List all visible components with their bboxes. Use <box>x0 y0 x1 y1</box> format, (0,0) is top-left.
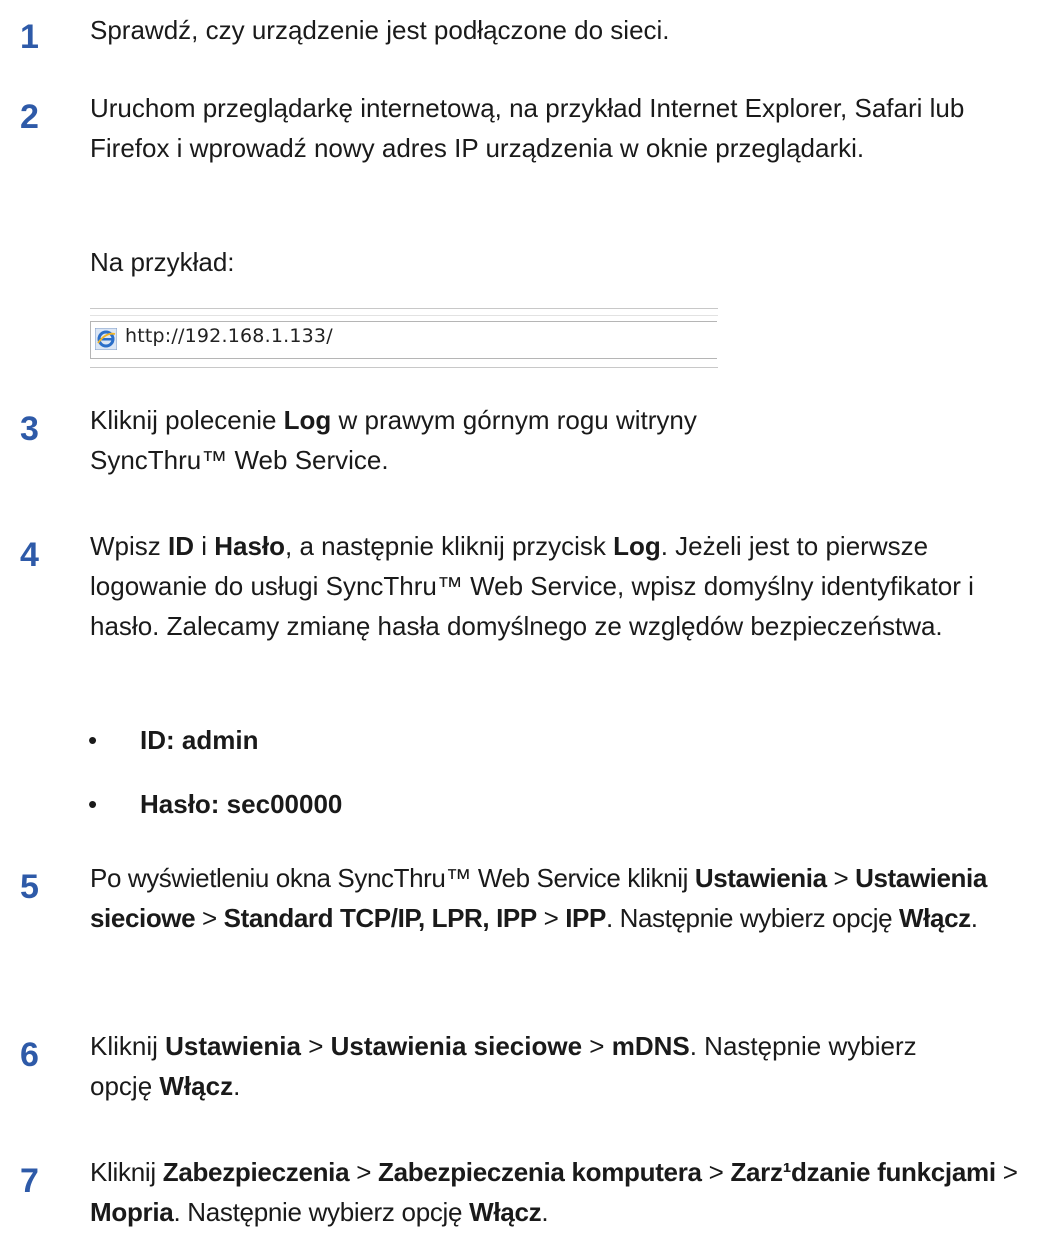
bold-term: Hasło <box>214 531 286 561</box>
text-segment: . Następnie wybierz opcję <box>173 1197 470 1227</box>
bold-term: Ustawienia sieciowe <box>330 1031 583 1061</box>
list-item: • ID: admin <box>88 725 259 755</box>
step-number: 5 <box>20 868 39 906</box>
step-number: 1 <box>20 18 39 56</box>
bold-term: mDNS <box>611 1031 690 1061</box>
url-text: http://192.168.1.133/ <box>125 325 333 347</box>
text-segment: > <box>349 1157 379 1187</box>
step-text: Kliknij Zabezpieczenia > Zabezpieczenia … <box>90 1152 1035 1232</box>
step-text: Uruchom przeglądarkę internetową, na prz… <box>90 88 1020 168</box>
bold-term: Włącz <box>899 903 971 933</box>
bold-term: Log <box>283 405 332 435</box>
text-segment: . <box>970 903 978 933</box>
text-segment: > <box>195 903 224 933</box>
bold-term: Zabezpieczenia <box>162 1157 350 1187</box>
step-number: 2 <box>20 98 39 136</box>
text-segment: . <box>541 1197 549 1227</box>
bold-term: Włącz <box>159 1071 234 1101</box>
text-segment: Uruchom przeglądarkę internetową, na prz… <box>90 93 965 163</box>
step-text: Kliknij polecenie Log w prawym górnym ro… <box>90 400 830 480</box>
text-segment: i <box>194 531 215 561</box>
text-segment: . <box>233 1071 241 1101</box>
text-segment: > <box>536 903 566 933</box>
step-number: 3 <box>20 410 39 448</box>
text-segment: Kliknij <box>90 1031 166 1061</box>
text-segment: > <box>300 1031 331 1061</box>
bold-term: Zabezpieczenia komputera <box>378 1157 702 1187</box>
text-segment: > <box>701 1157 731 1187</box>
text-segment: Kliknij <box>90 1157 163 1187</box>
bold-term: IPP <box>565 903 606 933</box>
text-segment: , a następnie kliknij przycisk <box>285 531 614 561</box>
text-segment: Po wyświetleniu okna SyncThru™ Web Servi… <box>90 863 695 893</box>
step-text: Wpisz ID i Hasło, a następnie kliknij pr… <box>90 526 1020 646</box>
step-number: 7 <box>20 1162 39 1200</box>
bold-term: Ustawienia <box>165 1031 301 1061</box>
step-text: Sprawdź, czy urządzenie jest podłączone … <box>90 10 1030 50</box>
bold-term: Mopria <box>90 1197 174 1227</box>
text-segment: Wpisz <box>90 531 168 561</box>
bold-term: Log <box>613 531 661 561</box>
text-segment: > <box>582 1031 612 1061</box>
text-segment: Sprawdź, czy urządzenie jest podłączone … <box>90 15 670 45</box>
bullet-text: Hasło: sec00000 <box>140 789 343 819</box>
bullet-text: ID: admin <box>140 725 259 755</box>
bold-term: ID <box>168 531 194 561</box>
internet-explorer-icon <box>95 328 117 350</box>
bold-term: Ustawienia <box>694 863 827 893</box>
step-text: Kliknij Ustawienia > Ustawienia sieciowe… <box>90 1026 970 1106</box>
step-number: 4 <box>20 536 39 574</box>
browser-address-bar[interactable]: http://192.168.1.133/ <box>90 308 718 368</box>
list-item: • Hasło: sec00000 <box>88 789 343 819</box>
text-segment: > <box>826 863 856 893</box>
step-number: 6 <box>20 1036 39 1074</box>
bold-term: Zarz¹dzanie funkcjami <box>730 1157 996 1187</box>
step-text: Po wyświetleniu okna SyncThru™ Web Servi… <box>90 858 1030 938</box>
text-segment: Kliknij polecenie <box>90 405 284 435</box>
bold-term: Standard TCP/IP, LPR, IPP <box>223 903 538 933</box>
bold-term: Włącz <box>469 1197 542 1227</box>
example-label: Na przykład: <box>90 247 235 277</box>
text-segment: > <box>995 1157 1018 1187</box>
text-segment: . Następnie wybierz opcję <box>605 903 900 933</box>
